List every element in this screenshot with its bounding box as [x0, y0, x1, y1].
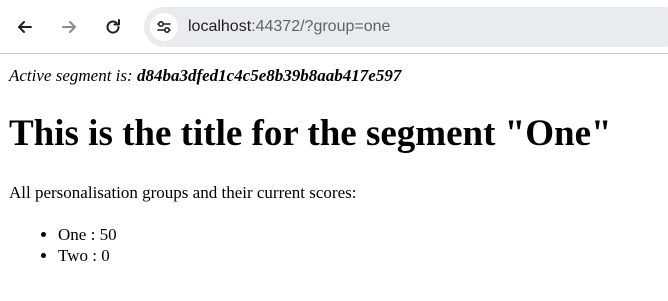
- page-content: Active segment is: d84ba3dfed1c4c5e8b39b…: [0, 55, 668, 301]
- active-segment-label: Active segment is:: [9, 66, 137, 85]
- groups-intro: All personalisation groups and their cur…: [9, 183, 357, 202]
- list-item: Two : 0: [58, 245, 117, 266]
- address-bar[interactable]: localhost:44372/?group=one: [144, 7, 668, 47]
- back-button[interactable]: [9, 11, 41, 43]
- group-name: One: [58, 225, 87, 244]
- page-title: This is the title for the segment "One": [9, 113, 612, 154]
- groups-list: One : 50 Two : 0: [0, 224, 117, 266]
- forward-button[interactable]: [53, 11, 85, 43]
- reload-icon: [106, 19, 120, 34]
- group-score: 50: [99, 225, 117, 244]
- group-score: 0: [101, 246, 110, 265]
- group-name: Two: [58, 246, 88, 265]
- active-segment-line: Active segment is: d84ba3dfed1c4c5e8b39b…: [9, 66, 401, 86]
- site-info-button[interactable]: [150, 13, 178, 41]
- arrow-right-icon: [62, 21, 76, 33]
- active-segment-id: d84ba3dfed1c4c5e8b39b8aab417e597: [136, 66, 402, 85]
- url-path: :44372/?group=one: [251, 18, 391, 35]
- tune-icon: [157, 20, 171, 34]
- url-host: localhost: [188, 18, 252, 35]
- reload-button[interactable]: [97, 11, 129, 43]
- arrow-left-icon: [18, 21, 32, 33]
- list-item: One : 50: [58, 224, 117, 245]
- url-text[interactable]: localhost:44372/?group=one: [188, 17, 390, 37]
- browser-toolbar: localhost:44372/?group=one: [0, 0, 668, 54]
